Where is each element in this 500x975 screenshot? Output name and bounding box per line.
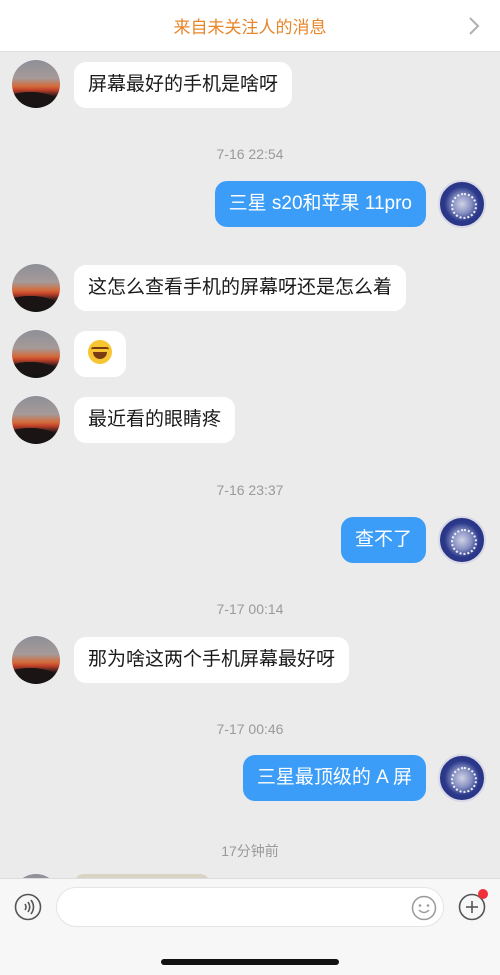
message-received: 屏幕最好的手机是啥呀 bbox=[0, 58, 500, 110]
timestamp: 7-17 00:14 bbox=[216, 601, 284, 617]
my-avatar[interactable] bbox=[438, 180, 486, 228]
my-avatar[interactable] bbox=[438, 754, 486, 802]
message-received: 那为啥这两个手机屏幕最好呀 bbox=[0, 634, 500, 686]
chevron-right-icon[interactable] bbox=[464, 15, 484, 37]
message-bubble[interactable]: 最近看的眼睛疼 bbox=[74, 397, 236, 443]
message-bubble[interactable]: 那为啥这两个手机屏幕最好呀 bbox=[74, 637, 350, 683]
message-received bbox=[0, 328, 500, 380]
message-list[interactable]: 屏幕最好的手机是啥呀 7-16 22:54 三星 s20和苹果 11pro 这怎… bbox=[0, 52, 500, 878]
message-bubble[interactable]: 三星最顶级的 A 屏 bbox=[242, 755, 426, 801]
message-input[interactable] bbox=[56, 887, 444, 927]
contact-avatar[interactable] bbox=[12, 396, 60, 444]
timestamp: 7-16 22:54 bbox=[216, 146, 284, 162]
message-bubble[interactable] bbox=[74, 331, 126, 377]
message-received: 最近看的眼睛疼 bbox=[0, 394, 500, 446]
message-sent: 三星最顶级的 A 屏 bbox=[0, 754, 500, 806]
chat-header[interactable]: 来自未关注人的消息 bbox=[0, 0, 500, 52]
message-bubble[interactable]: 这怎么查看手机的屏幕呀还是怎么着 bbox=[74, 265, 407, 311]
message-bubble[interactable]: 查不了 bbox=[340, 517, 426, 563]
home-indicator[interactable] bbox=[161, 959, 339, 965]
contact-avatar[interactable] bbox=[12, 60, 60, 108]
contact-avatar[interactable] bbox=[12, 330, 60, 378]
contact-avatar[interactable] bbox=[12, 264, 60, 312]
laughing-emoji-icon bbox=[88, 339, 112, 364]
header-title: 来自未关注人的消息 bbox=[173, 18, 327, 37]
my-avatar[interactable] bbox=[438, 516, 486, 564]
message-sent: 查不了 bbox=[0, 516, 500, 568]
voice-input-icon[interactable] bbox=[14, 893, 42, 921]
emoji-picker-icon[interactable] bbox=[411, 895, 437, 921]
timestamp: 7-16 23:37 bbox=[216, 482, 284, 498]
message-received: 这怎么查看手机的屏幕呀还是怎么着 bbox=[0, 262, 500, 314]
message-sent: 三星 s20和苹果 11pro bbox=[0, 180, 500, 232]
message-bubble[interactable]: 屏幕最好的手机是啥呀 bbox=[74, 62, 293, 108]
contact-avatar[interactable] bbox=[12, 636, 60, 684]
notification-dot bbox=[478, 889, 488, 899]
message-bubble[interactable]: 三星 s20和苹果 11pro bbox=[214, 181, 426, 227]
timestamp: 17分钟前 bbox=[221, 843, 279, 859]
timestamp: 7-17 00:46 bbox=[216, 721, 284, 737]
